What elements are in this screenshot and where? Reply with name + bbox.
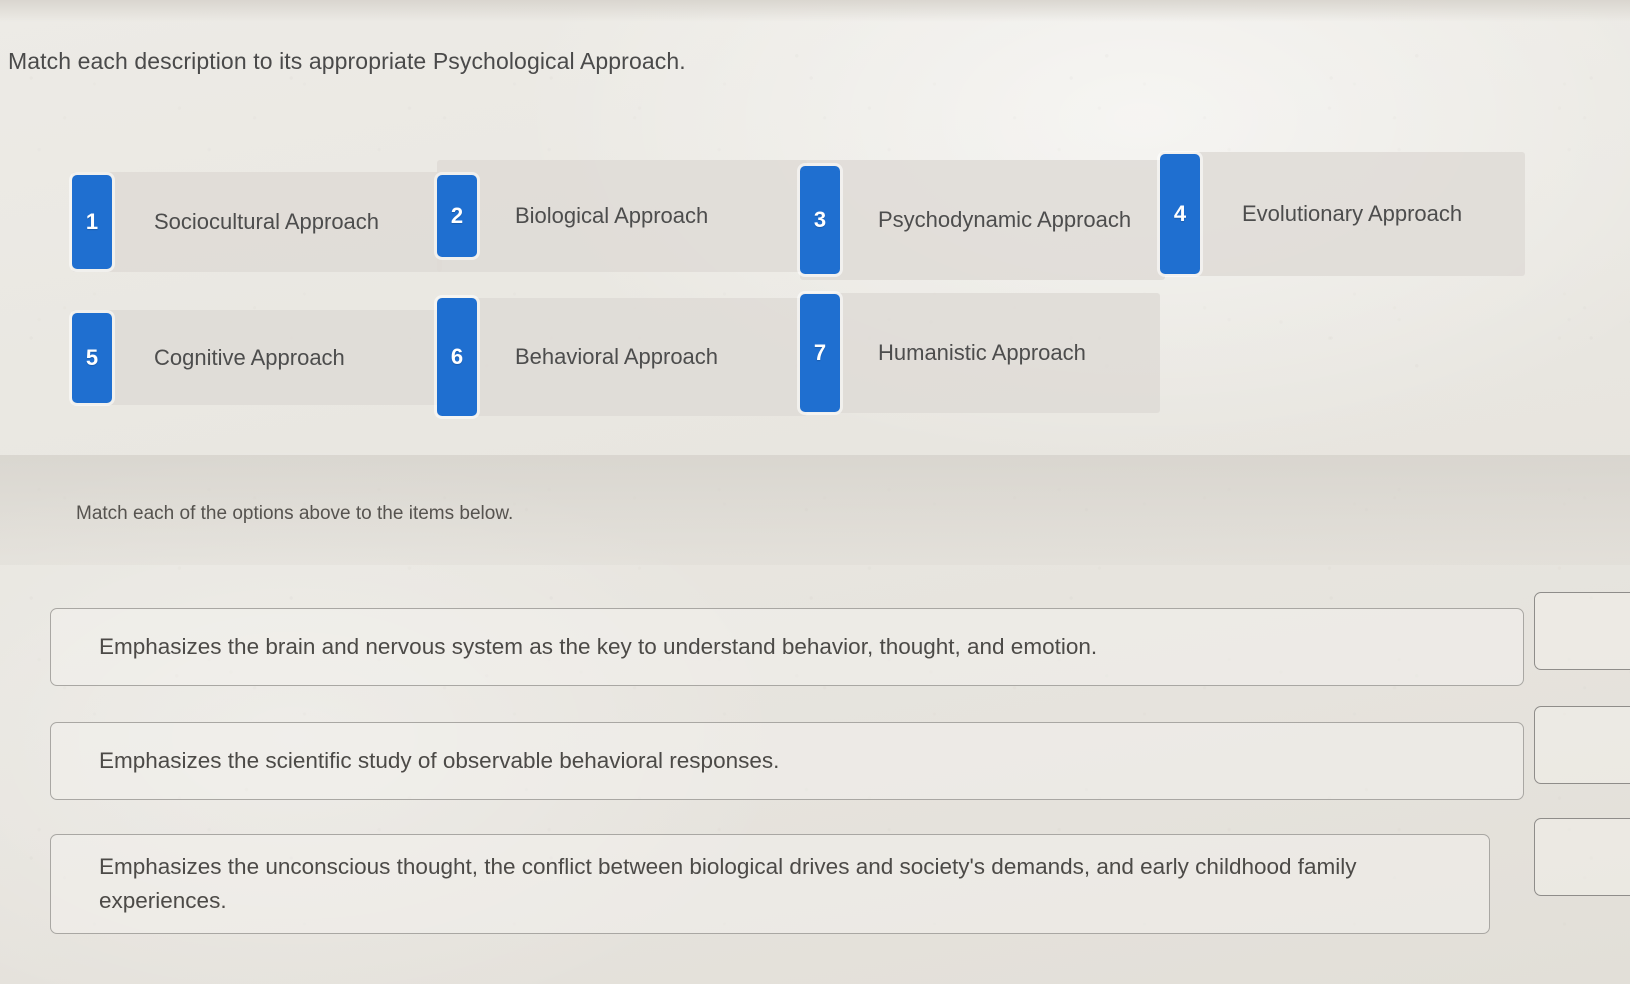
option-card-2[interactable]: 2 Biological Approach: [437, 160, 807, 272]
option-label: Biological Approach: [515, 203, 709, 228]
sub-instruction: Match each of the options above to the i…: [76, 503, 514, 524]
option-number-badge: 3: [800, 166, 840, 274]
option-card-6[interactable]: 6 Behavioral Approach: [437, 298, 807, 416]
option-number-badge: 7: [800, 294, 840, 412]
option-number-badge: 6: [437, 298, 477, 416]
match-answer-select-2[interactable]: [1534, 706, 1630, 784]
match-row[interactable]: Emphasizes the unconscious thought, the …: [50, 834, 1490, 934]
top-edge-strip: [0, 0, 1630, 22]
page-title: Match each description to its appropriat…: [8, 48, 686, 74]
option-label: Psychodynamic Approach: [878, 207, 1132, 232]
option-label: Evolutionary Approach: [1242, 201, 1463, 226]
option-number-badge: 2: [437, 175, 477, 257]
option-label: Cognitive Approach: [154, 344, 345, 370]
option-card-4[interactable]: 4 Evolutionary Approach: [1160, 152, 1525, 276]
option-label: Behavioral Approach: [515, 344, 719, 369]
match-item-text: Emphasizes the unconscious thought, the …: [99, 854, 1357, 913]
match-row[interactable]: Emphasizes the scientific study of obser…: [50, 722, 1524, 800]
option-card-1[interactable]: 1 Sociocultural Approach: [72, 172, 442, 272]
match-answer-select-3[interactable]: [1534, 818, 1630, 896]
option-card-7[interactable]: 7 Humanistic Approach: [800, 293, 1160, 413]
match-item-text: Emphasizes the brain and nervous system …: [99, 634, 1098, 659]
match-answer-select-1[interactable]: [1534, 592, 1630, 670]
option-number-badge: 4: [1160, 154, 1200, 274]
option-number-badge: 5: [72, 312, 112, 403]
option-label: Sociocultural Approach: [154, 209, 380, 234]
option-number-badge: 1: [72, 175, 112, 269]
option-card-3[interactable]: 3 Psychodynamic Approach: [800, 160, 1165, 280]
options-bank: 1 Sociocultural Approach 2 Biological Ap…: [0, 150, 1630, 430]
option-card-5[interactable]: 5 Cognitive Approach: [72, 310, 442, 405]
match-item-text: Emphasizes the scientific study of obser…: [99, 748, 780, 773]
match-row[interactable]: Emphasizes the brain and nervous system …: [50, 608, 1524, 686]
option-label: Humanistic Approach: [878, 340, 1086, 365]
